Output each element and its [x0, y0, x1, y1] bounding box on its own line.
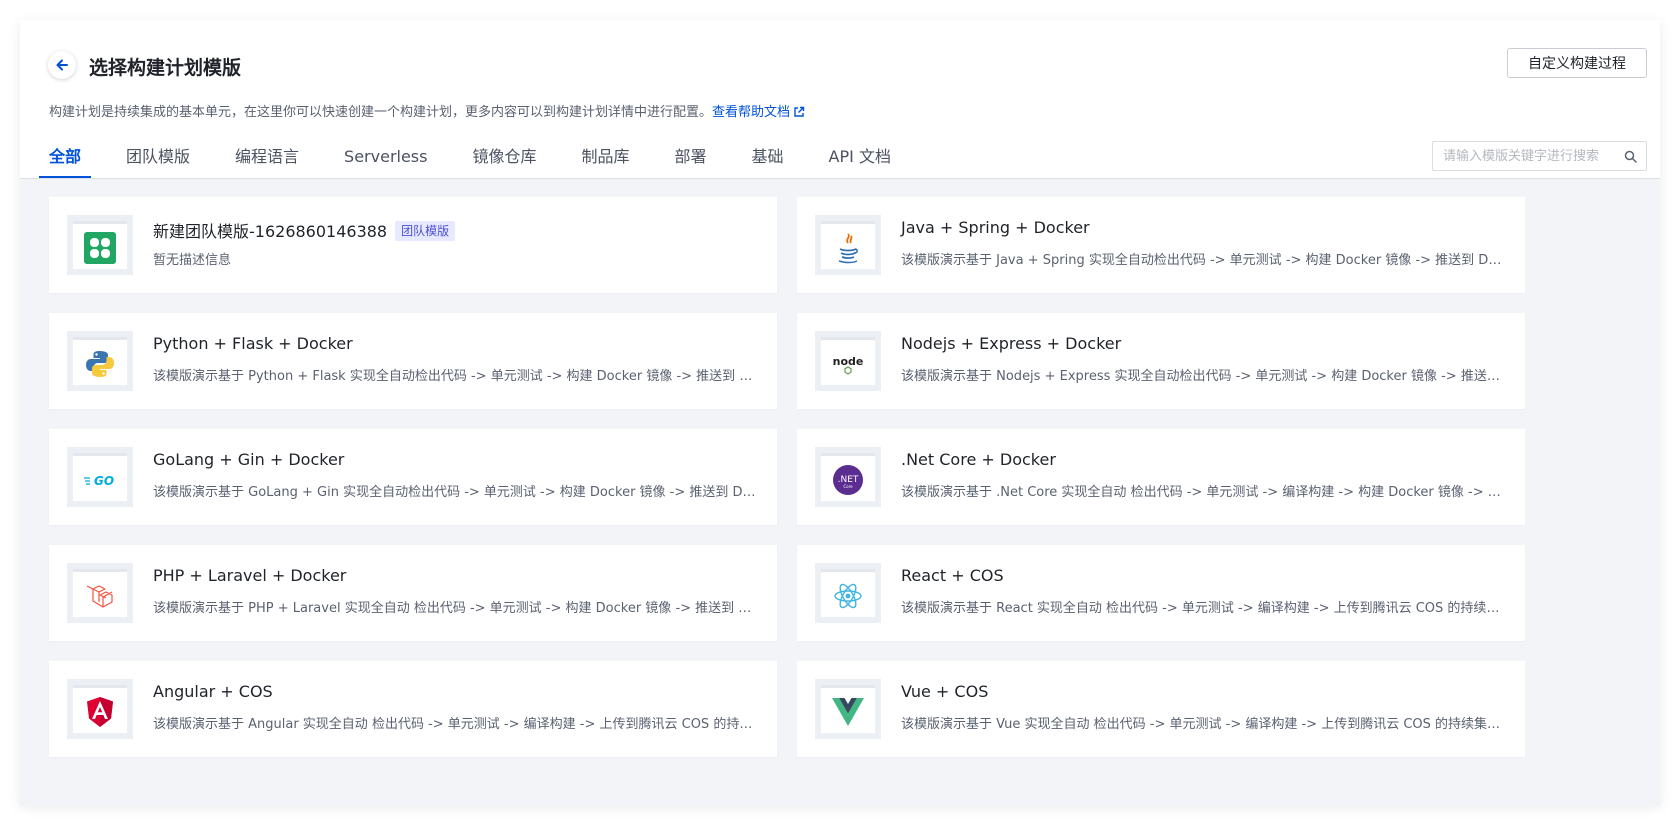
- template-search-box: [1432, 141, 1647, 171]
- template-thumbnail: [67, 331, 133, 391]
- template-thumbnail: [67, 215, 133, 275]
- template-name-text: 新建团队模版-1626860146388: [153, 222, 388, 241]
- template-thumbnail: node: [815, 331, 881, 391]
- back-button[interactable]: [48, 51, 76, 79]
- template-description: 该模版演示基于 Python + Flask 实现全自动检出代码 -> 单元测试…: [153, 369, 761, 384]
- angular-icon: [87, 697, 113, 727]
- python-icon: [86, 351, 114, 377]
- template-grid: 新建团队模版-1626860146388 团队模版 暂无描述信息 Java + S…: [20, 179, 1660, 806]
- template-card-python-flask-docker[interactable]: Python + Flask + Docker 该模版演示基于 Python +…: [49, 313, 777, 409]
- template-thumbnail: GO: [67, 447, 133, 507]
- template-description: 该模版演示基于 Java + Spring 实现全自动检出代码 -> 单元测试 …: [901, 253, 1509, 268]
- template-description: 该模版演示基于 Nodejs + Express 实现全自动检出代码 -> 单元…: [901, 369, 1509, 384]
- page-title: 选择构建计划模版: [89, 57, 242, 79]
- team-template-icon: [84, 232, 116, 264]
- tab-team-templates[interactable]: 团队模版: [126, 144, 190, 176]
- template-description: 该模版演示基于 Vue 实现全自动 检出代码 -> 单元测试 -> 编译构建 -…: [901, 717, 1509, 732]
- java-icon: [838, 233, 858, 264]
- template-category-tabs: 全部 团队模版 编程语言 Serverless 镜像仓库 制品库 部署 基础 A…: [38, 144, 936, 179]
- help-docs-link[interactable]: 查看帮助文档: [712, 105, 805, 120]
- template-name: Java + Spring + Docker: [901, 218, 1090, 237]
- template-card-team[interactable]: 新建团队模版-1626860146388 团队模版 暂无描述信息: [49, 197, 777, 293]
- react-icon: [834, 583, 862, 609]
- tab-serverless[interactable]: Serverless: [344, 144, 427, 176]
- template-selection-panel: 选择构建计划模版 自定义构建过程 构建计划是持续集成的基本单元，在这里你可以快速…: [20, 20, 1660, 806]
- template-card-golang-gin-docker[interactable]: GO GoLang + Gin + Docker 该模版演示基于 GoLang …: [49, 429, 777, 525]
- template-card-java-spring-docker[interactable]: Java + Spring + Docker 该模版演示基于 Java + Sp…: [797, 197, 1525, 293]
- template-description: 该模版演示基于 GoLang + Gin 实现全自动检出代码 -> 单元测试 -…: [153, 485, 761, 500]
- tab-api-docs[interactable]: API 文档: [829, 144, 891, 176]
- template-thumbnail: .NET Core: [815, 447, 881, 507]
- page-header: 选择构建计划模版 自定义构建过程 构建计划是持续集成的基本单元，在这里你可以快速…: [20, 20, 1660, 198]
- tab-artifact-repository[interactable]: 制品库: [582, 144, 630, 176]
- description-text: 构建计划是持续集成的基本单元，在这里你可以快速创建一个构建计划，更多内容可以到构…: [49, 105, 713, 120]
- laravel-icon: [86, 585, 113, 608]
- template-thumbnail: [815, 563, 881, 623]
- template-card-php-laravel-docker[interactable]: PHP + Laravel + Docker 该模版演示基于 PHP + Lar…: [49, 545, 777, 641]
- template-name: 新建团队模版-1626860146388 团队模版: [153, 218, 456, 242]
- template-thumbnail: [67, 679, 133, 739]
- template-name: React + COS: [901, 566, 1004, 585]
- tab-image-registry[interactable]: 镜像仓库: [472, 144, 536, 176]
- template-name: .Net Core + Docker: [901, 450, 1056, 469]
- tab-programming-languages[interactable]: 编程语言: [235, 144, 299, 176]
- svg-text:node: node: [833, 355, 864, 368]
- arrow-left-icon: [56, 59, 68, 71]
- vue-icon: [832, 698, 864, 726]
- template-name: PHP + Laravel + Docker: [153, 566, 347, 585]
- template-name: Nodejs + Express + Docker: [901, 334, 1122, 353]
- template-search-input[interactable]: [1433, 142, 1633, 170]
- template-description: 该模版演示基于 Angular 实现全自动 检出代码 -> 单元测试 -> 编译…: [153, 717, 761, 732]
- page-description: 构建计划是持续集成的基本单元，在这里你可以快速创建一个构建计划，更多内容可以到构…: [49, 101, 805, 120]
- template-name: GoLang + Gin + Docker: [153, 450, 345, 469]
- template-card-angular-cos[interactable]: Angular + COS 该模版演示基于 Angular 实现全自动 检出代码…: [49, 661, 777, 757]
- tab-basic[interactable]: 基础: [752, 144, 784, 176]
- template-card-nodejs-express-docker[interactable]: node Nodejs + Express + Docker 该模版演示基于 N…: [797, 313, 1525, 409]
- template-card-react-cos[interactable]: React + COS 该模版演示基于 React 实现全自动 检出代码 -> …: [797, 545, 1525, 641]
- golang-icon: GO: [84, 474, 114, 488]
- template-thumbnail: [67, 563, 133, 623]
- search-icon[interactable]: [1624, 150, 1637, 163]
- nodejs-icon: node: [833, 355, 864, 375]
- template-card-vue-cos[interactable]: Vue + COS 该模版演示基于 Vue 实现全自动 检出代码 -> 单元测试…: [797, 661, 1525, 757]
- template-name: Python + Flask + Docker: [153, 334, 353, 353]
- template-description: 该模版演示基于 PHP + Laravel 实现全自动 检出代码 -> 单元测试…: [153, 601, 761, 616]
- template-name: Vue + COS: [901, 682, 989, 701]
- tab-all[interactable]: 全部: [38, 144, 92, 179]
- custom-build-process-button[interactable]: 自定义构建过程: [1507, 48, 1647, 78]
- template-name: Angular + COS: [153, 682, 273, 701]
- template-description: 该模版演示基于 .Net Core 实现全自动 检出代码 -> 单元测试 -> …: [901, 485, 1509, 500]
- external-link-icon: [794, 106, 805, 117]
- template-description: 该模版演示基于 React 实现全自动 检出代码 -> 单元测试 -> 编译构建…: [901, 601, 1509, 616]
- svg-text:Core: Core: [843, 484, 853, 489]
- dotnet-icon: .NET Core: [833, 465, 863, 495]
- svg-text:GO: GO: [94, 474, 114, 488]
- template-thumbnail: [815, 215, 881, 275]
- template-description: 暂无描述信息: [153, 253, 232, 268]
- help-docs-link-label: 查看帮助文档: [712, 105, 791, 120]
- template-card-dotnet-core-docker[interactable]: .NET Core .Net Core + Docker 该模版演示基于 .Ne…: [797, 429, 1525, 525]
- template-thumbnail: [815, 679, 881, 739]
- tab-deploy[interactable]: 部署: [675, 144, 707, 176]
- team-template-badge: 团队模版: [395, 221, 456, 241]
